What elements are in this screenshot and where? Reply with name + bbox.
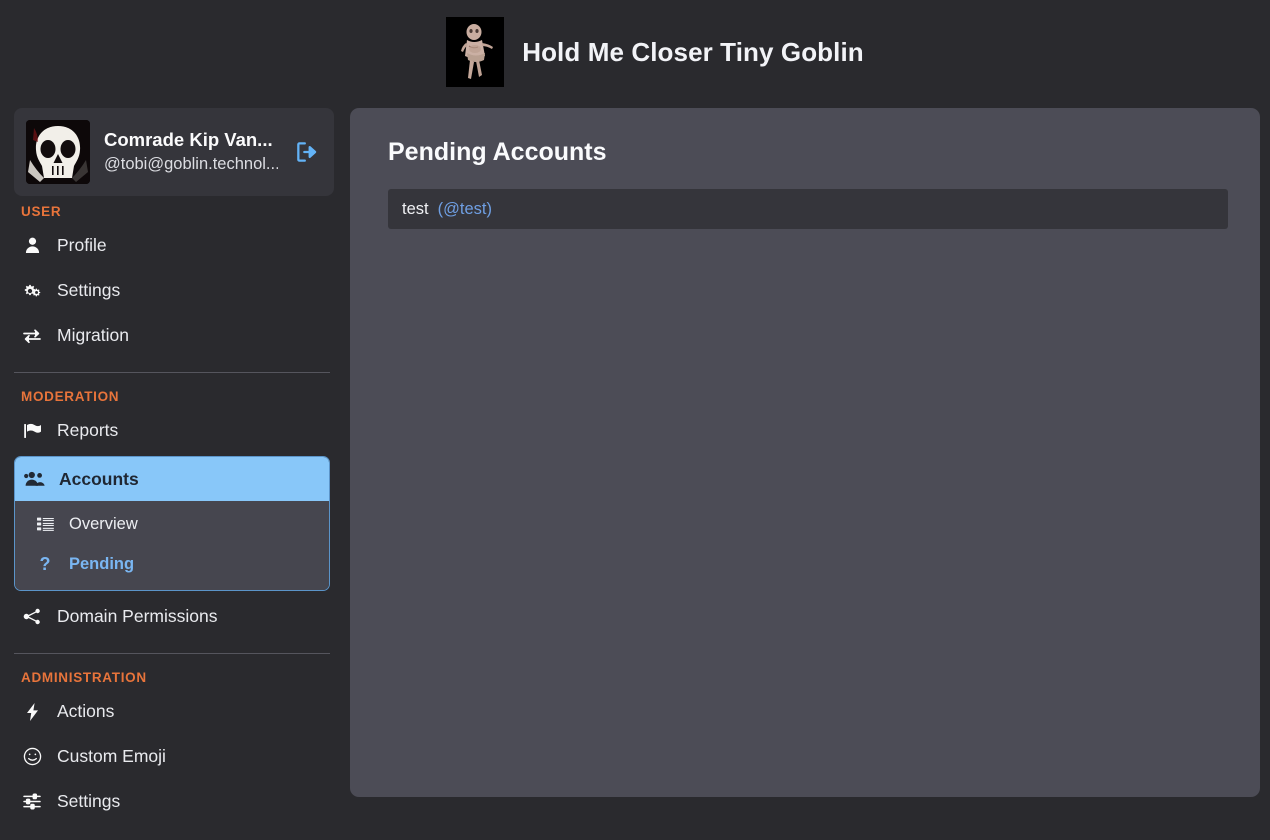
profile-handle: @tobi@goblin.technol... — [104, 155, 278, 174]
exchange-arrows-icon — [21, 328, 43, 344]
bolt-icon — [21, 702, 43, 721]
smile-icon — [21, 747, 43, 766]
sidebar-item-actions[interactable]: Actions — [14, 689, 330, 734]
question-mark-icon: ? — [39, 553, 51, 574]
profile-text: Comrade Kip Van... @tobi@goblin.technol.… — [104, 127, 278, 178]
sidebar-item-label: Custom Emoji — [57, 746, 166, 766]
profile-card[interactable]: Comrade Kip Van... @tobi@goblin.technol.… — [14, 108, 334, 196]
sidebar-item-settings-admin[interactable]: Settings — [14, 779, 330, 824]
share-nodes-icon — [21, 608, 43, 625]
list-icon — [35, 517, 55, 531]
sidebar-item-label: Reports — [57, 420, 119, 440]
sign-out-icon[interactable] — [292, 137, 322, 167]
nav-divider — [14, 372, 330, 373]
sidebar-item-reports[interactable]: Reports — [14, 408, 330, 453]
sidebar-item-custom-emoji[interactable]: Custom Emoji — [14, 734, 330, 779]
pending-account-row[interactable]: test (@test) — [388, 189, 1228, 229]
sidebar-item-label: Settings — [57, 791, 121, 811]
nav-divider — [14, 653, 330, 654]
goblin-avatar-image — [446, 17, 505, 87]
main-content: Pending Accounts test (@test) — [350, 104, 1270, 797]
main-layout: Comrade Kip Van... @tobi@goblin.technol.… — [0, 104, 1270, 840]
users-icon — [23, 471, 45, 487]
sidebar-item-migration[interactable]: Migration — [14, 313, 330, 358]
sliders-icon — [21, 793, 43, 810]
sidebar-item-domain-permissions[interactable]: Domain Permissions — [14, 594, 330, 639]
sidebar-subitem-pending[interactable]: ? Pending — [15, 544, 329, 584]
sidebar-subitem-overview[interactable]: Overview — [15, 504, 329, 544]
goblin-figure-icon — [461, 24, 494, 79]
user-icon — [21, 237, 43, 254]
sidebar-item-label: Migration — [57, 325, 129, 345]
skull-avatar-image — [26, 120, 90, 184]
skull-icon — [26, 120, 90, 184]
sidebar-item-label: Settings — [57, 280, 121, 300]
sidebar-item-accounts[interactable]: Accounts — [15, 457, 329, 501]
nav-heading-moderation: MODERATION — [21, 389, 120, 404]
flag-icon — [21, 422, 43, 439]
account-display-name: test — [402, 199, 429, 218]
sidebar-item-profile[interactable]: Profile — [14, 223, 330, 268]
panel-title: Pending Accounts — [388, 138, 607, 166]
nav-heading-user: USER — [21, 204, 62, 219]
account-handle[interactable]: (@test) — [438, 200, 492, 219]
sidebar-subitem-label: Overview — [69, 514, 138, 533]
page-title: Hold Me Closer Tiny Goblin — [522, 36, 864, 67]
sidebar-item-label: Domain Permissions — [57, 606, 218, 626]
cogs-icon — [21, 282, 43, 300]
sidebar-subitem-label: Pending — [69, 554, 135, 573]
sidebar-item-settings-user[interactable]: Settings — [14, 268, 330, 313]
pending-accounts-panel: Pending Accounts test (@test) — [350, 108, 1260, 797]
sidebar-nav: USER Profile Settings Migration MODERATI… — [14, 196, 330, 824]
sidebar-item-label: Profile — [57, 235, 107, 255]
sidebar: Comrade Kip Van... @tobi@goblin.technol.… — [0, 104, 350, 824]
sidebar-item-label: Actions — [57, 701, 115, 721]
sidebar-group-accounts: Accounts Overview ? Pending — [14, 456, 330, 591]
sidebar-item-label: Accounts — [59, 468, 139, 489]
accounts-submenu: Overview ? Pending — [15, 501, 329, 590]
site-header: Hold Me Closer Tiny Goblin — [0, 0, 1270, 104]
nav-heading-administration: ADMINISTRATION — [21, 670, 147, 685]
profile-name: Comrade Kip Van... — [104, 128, 273, 150]
